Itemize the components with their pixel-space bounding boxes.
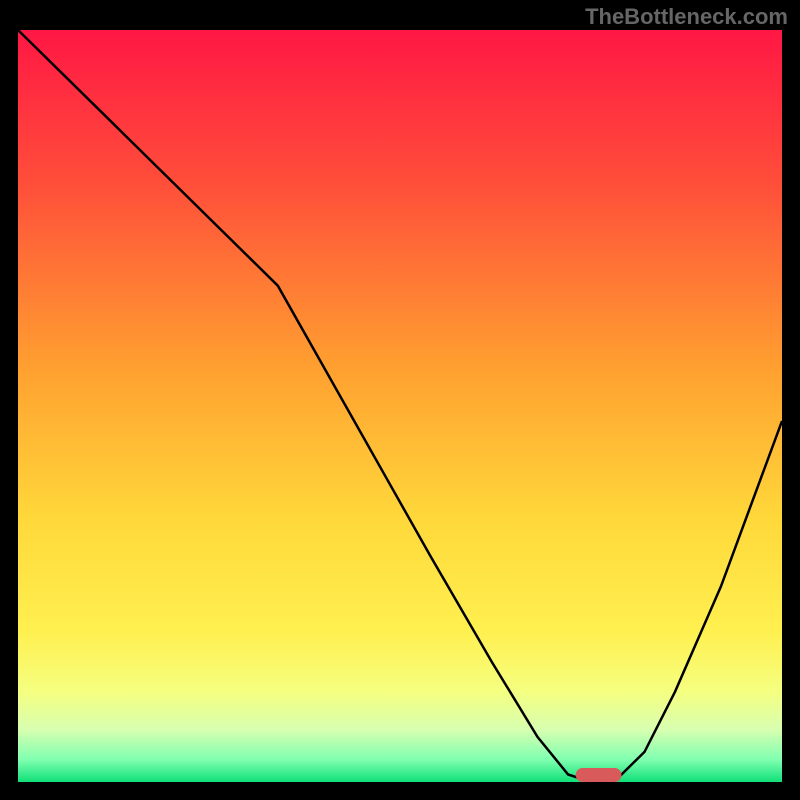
watermark-text: TheBottleneck.com xyxy=(585,4,788,30)
chart-canvas xyxy=(18,30,782,782)
optimum-marker xyxy=(576,768,622,782)
bottleneck-chart xyxy=(18,30,782,782)
